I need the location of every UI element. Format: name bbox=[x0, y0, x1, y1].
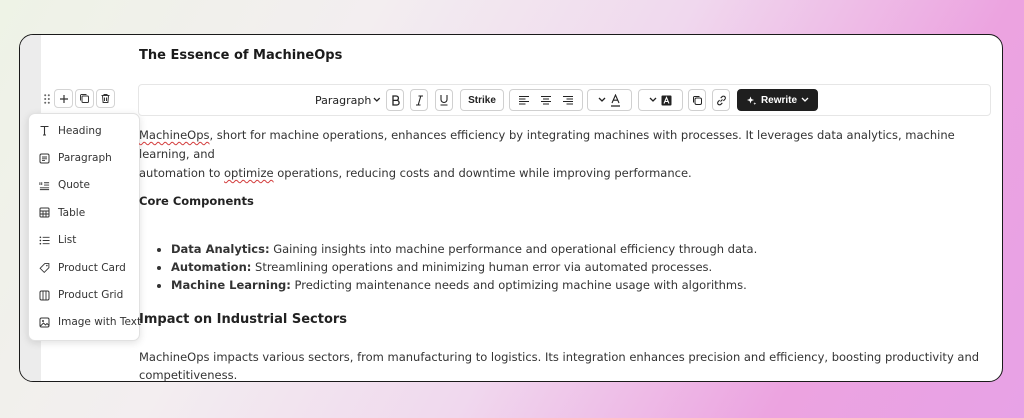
block-type-menu: Heading Paragraph Quote Table List Produ… bbox=[28, 113, 142, 341]
chevron-down-icon bbox=[801, 97, 809, 102]
list-item-term: Data Analytics: bbox=[171, 242, 270, 256]
menu-item-label: Quote bbox=[58, 179, 90, 192]
document-content[interactable]: MachineOps, short for machine operations… bbox=[139, 126, 989, 381]
align-center-icon[interactable] bbox=[540, 91, 552, 110]
copy-icon bbox=[80, 94, 89, 103]
list-item-text: Gaining insights into machine performanc… bbox=[269, 242, 758, 256]
chevron-down-icon bbox=[598, 97, 606, 102]
impact-paragraph[interactable]: MachineOps impacts various sectors, from… bbox=[139, 348, 989, 381]
underline-button[interactable] bbox=[435, 89, 453, 111]
table-icon bbox=[39, 207, 50, 218]
block-controls bbox=[42, 89, 115, 108]
image-text-icon bbox=[39, 317, 50, 328]
list-item-text: Predicting maintenance needs and optimiz… bbox=[290, 278, 747, 292]
menu-item-image-with-text[interactable]: Image with Text bbox=[29, 309, 142, 336]
duplicate-block-button[interactable] bbox=[75, 89, 94, 108]
chevron-down-icon bbox=[649, 97, 657, 102]
chevron-down-icon bbox=[373, 97, 381, 102]
menu-item-label: Paragraph bbox=[58, 152, 112, 165]
menu-item-table[interactable]: Table bbox=[29, 199, 139, 226]
sparkle-icon bbox=[746, 96, 757, 105]
bold-icon bbox=[391, 94, 400, 106]
paragraph-style-value: Paragraph bbox=[315, 93, 372, 107]
menu-item-label: Image with Text bbox=[58, 316, 142, 329]
quote-icon bbox=[39, 180, 50, 191]
plus-icon bbox=[59, 94, 68, 103]
link-button[interactable] bbox=[712, 89, 730, 111]
intro-text: , short for machine operations, enhances… bbox=[139, 128, 955, 161]
heading-icon bbox=[39, 125, 50, 136]
spellcheck-word[interactable]: optimize bbox=[224, 166, 274, 180]
menu-item-list[interactable]: List bbox=[29, 227, 139, 254]
intro-text: automation to bbox=[139, 166, 225, 180]
list-item[interactable]: Machine Learning: Predicting maintenance… bbox=[171, 276, 989, 294]
delete-block-button[interactable] bbox=[96, 89, 115, 108]
trash-icon bbox=[101, 94, 110, 103]
alignment-group bbox=[509, 89, 583, 111]
tag-icon bbox=[39, 262, 50, 273]
list-item-text: Streamlining operations and minimizing h… bbox=[251, 260, 713, 274]
menu-item-label: Table bbox=[58, 206, 86, 219]
text-color-picker[interactable] bbox=[587, 89, 632, 111]
align-left-icon[interactable] bbox=[518, 91, 530, 110]
bold-button[interactable] bbox=[386, 89, 404, 111]
editor-card: The Essence of MachineOps Heading Paragr… bbox=[19, 34, 1003, 382]
rewrite-label: Rewrite bbox=[760, 94, 798, 106]
rewrite-button[interactable]: Rewrite bbox=[737, 89, 818, 111]
italic-button[interactable] bbox=[410, 89, 428, 111]
list-item[interactable]: Automation: Streamlining operations and … bbox=[171, 258, 989, 276]
add-block-button[interactable] bbox=[54, 89, 73, 108]
document-title[interactable]: The Essence of MachineOps bbox=[139, 48, 342, 63]
list-item[interactable]: Data Analytics: Gaining insights into ma… bbox=[171, 240, 989, 258]
menu-item-label: Product Grid bbox=[58, 289, 124, 302]
menu-item-product-grid[interactable]: Product Grid bbox=[29, 281, 139, 308]
menu-item-label: Product Card bbox=[58, 261, 126, 274]
text-color-icon bbox=[611, 93, 620, 107]
menu-item-label: List bbox=[58, 234, 77, 247]
intro-paragraph[interactable]: MachineOps, short for machine operations… bbox=[139, 126, 989, 183]
underline-icon bbox=[440, 95, 448, 106]
highlight-icon bbox=[661, 95, 672, 105]
drag-handle-icon[interactable] bbox=[42, 92, 52, 106]
strike-button[interactable]: Strike bbox=[460, 89, 504, 111]
list-item-term: Machine Learning: bbox=[171, 278, 291, 292]
italic-icon bbox=[415, 94, 423, 106]
copy-icon bbox=[692, 95, 702, 105]
list-item-term: Automation: bbox=[171, 260, 252, 274]
strike-label: Strike bbox=[468, 94, 496, 106]
menu-item-label: Heading bbox=[58, 124, 102, 137]
menu-item-product-card[interactable]: Product Card bbox=[29, 254, 139, 281]
core-components-heading[interactable]: Core Components bbox=[139, 194, 989, 208]
spellcheck-word[interactable]: MachineOps bbox=[139, 128, 209, 142]
impact-heading[interactable]: Impact on Industrial Sectors bbox=[139, 312, 989, 327]
align-right-icon[interactable] bbox=[562, 91, 574, 110]
menu-item-paragraph[interactable]: Paragraph bbox=[29, 144, 139, 171]
formatting-toolbar: Paragraph Strike Rewrite bbox=[138, 84, 991, 116]
menu-item-heading[interactable]: Heading bbox=[29, 117, 139, 144]
menu-item-quote[interactable]: Quote bbox=[29, 172, 139, 199]
paragraph-style-select[interactable]: Paragraph bbox=[315, 89, 381, 111]
intro-text: operations, reducing costs and downtime … bbox=[273, 166, 692, 180]
core-components-list: Data Analytics: Gaining insights into ma… bbox=[139, 240, 989, 294]
link-icon bbox=[716, 95, 726, 105]
list-icon bbox=[39, 235, 50, 246]
copy-format-button[interactable] bbox=[688, 89, 706, 111]
highlight-color-picker[interactable] bbox=[638, 89, 683, 111]
grid-icon bbox=[39, 290, 50, 301]
paragraph-icon bbox=[39, 153, 50, 164]
